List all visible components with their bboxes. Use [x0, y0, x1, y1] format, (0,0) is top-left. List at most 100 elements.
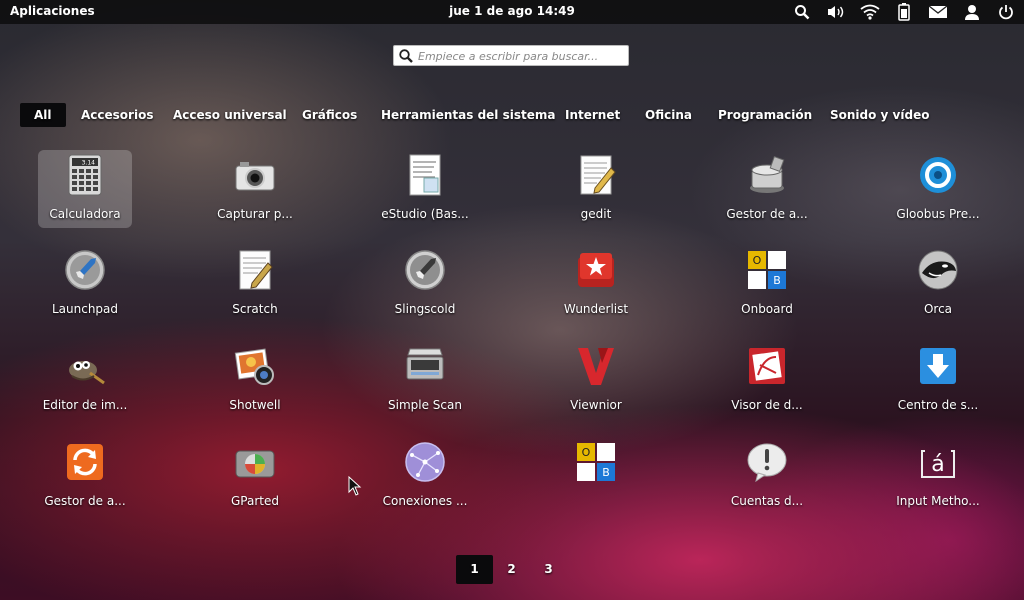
- app-estudio[interactable]: eStudio (Bas...: [378, 150, 472, 228]
- app-label: Onboard: [741, 302, 793, 316]
- gloobus-icon: [920, 157, 956, 193]
- svg-text:3.14: 3.14: [82, 160, 96, 167]
- software-center-icon: [920, 348, 956, 384]
- category-graficos[interactable]: Gráficos: [302, 103, 357, 127]
- app-label: Cuentas d...: [730, 494, 804, 508]
- app-label: Gestor de a...: [726, 207, 808, 221]
- scanner-icon: [406, 348, 444, 380]
- app-label: eStudio (Bas...: [381, 207, 469, 221]
- app-slingscold[interactable]: Slingscold: [378, 245, 472, 323]
- app-launchpad[interactable]: Launchpad: [38, 245, 132, 323]
- page-button-2[interactable]: 2: [493, 555, 530, 584]
- app-label: Conexiones ...: [382, 494, 468, 508]
- accounts-icon: [747, 443, 787, 483]
- category-bar: All Accesorios Acceso universal Gráficos…: [0, 103, 1024, 127]
- app-label: GParted: [231, 494, 279, 508]
- search-icon[interactable]: [792, 2, 812, 22]
- search-icon: [399, 49, 413, 63]
- app-conexiones-de-red[interactable]: Conexiones ...: [378, 437, 472, 515]
- top-panel: Aplicaciones jue 1 de ago 14:49: [0, 0, 1024, 24]
- app-input-method[interactable]: á Input Metho...: [891, 437, 985, 515]
- app-visor-de-documentos[interactable]: Visor de d...: [720, 341, 814, 419]
- orca-icon: [918, 250, 958, 290]
- app-simple-scan[interactable]: Simple Scan: [378, 341, 472, 419]
- onboard-keyboard-icon: O B: [577, 443, 615, 481]
- svg-text:á: á: [931, 452, 944, 477]
- category-sonido-y-video[interactable]: Sonido y vídeo: [830, 103, 929, 127]
- user-icon[interactable]: [962, 2, 982, 22]
- app-label: Wunderlist: [563, 302, 629, 316]
- app-capturar-pantalla[interactable]: Capturar p...: [208, 150, 302, 228]
- category-herramientas-del-sistema[interactable]: Herramientas del sistema: [381, 103, 555, 127]
- wifi-icon[interactable]: [860, 2, 880, 22]
- mail-icon[interactable]: [928, 2, 948, 22]
- camera-icon: [235, 162, 275, 191]
- app-viewnior[interactable]: Viewnior: [549, 341, 643, 419]
- update-manager-icon: [67, 444, 103, 480]
- page-button-1[interactable]: 1: [456, 555, 493, 584]
- gparted-icon: [235, 450, 275, 478]
- slingscold-rocket-icon: [405, 250, 445, 290]
- svg-text:B: B: [773, 274, 781, 287]
- app-onboard[interactable]: O B Onboard: [720, 245, 814, 323]
- app-gparted[interactable]: GParted: [208, 437, 302, 515]
- battery-icon[interactable]: [894, 2, 914, 22]
- input-method-icon: á: [921, 450, 955, 478]
- mouse-cursor-icon: [348, 476, 362, 496]
- category-accesorios[interactable]: Accesorios: [81, 103, 153, 127]
- wunderlist-icon: [578, 253, 614, 287]
- app-label: Orca: [923, 302, 953, 316]
- app-label: Slingscold: [394, 302, 456, 316]
- app-gestor-de-actualizaciones[interactable]: Gestor de a...: [38, 437, 132, 515]
- onboard-keyboard-icon: O B: [748, 251, 786, 289]
- category-acceso-universal[interactable]: Acceso universal: [173, 103, 287, 127]
- app-label: Viewnior: [570, 398, 622, 412]
- app-gestor-de-archivadores[interactable]: Gestor de a...: [720, 150, 814, 228]
- power-icon[interactable]: [996, 2, 1016, 22]
- app-onboard-settings[interactable]: O B: [549, 437, 643, 515]
- network-connections-icon: [405, 442, 445, 482]
- svg-text:O: O: [582, 446, 591, 459]
- app-label: Visor de d...: [731, 398, 803, 412]
- app-centro-de-software[interactable]: Centro de s...: [891, 341, 985, 419]
- search-box[interactable]: [393, 45, 629, 66]
- svg-text:B: B: [602, 466, 610, 479]
- shotwell-icon: [234, 348, 274, 385]
- category-internet[interactable]: Internet: [565, 103, 620, 127]
- applications-menu[interactable]: Aplicaciones: [10, 4, 95, 18]
- category-oficina[interactable]: Oficina: [645, 103, 692, 127]
- app-label: Calculadora: [49, 207, 121, 221]
- category-all[interactable]: All: [20, 103, 66, 127]
- svg-text:O: O: [753, 254, 762, 267]
- app-label: Simple Scan: [388, 398, 462, 412]
- app-orca[interactable]: Orca: [891, 245, 985, 323]
- app-label: gedit: [580, 207, 612, 221]
- app-label: Editor de im...: [42, 398, 128, 412]
- app-calculadora[interactable]: 3.14 Calculadora: [38, 150, 132, 228]
- search-input[interactable]: [416, 47, 626, 66]
- gimp-icon: [69, 361, 105, 385]
- scratch-editor-icon: [239, 250, 273, 290]
- app-label: Gestor de a...: [44, 494, 126, 508]
- app-scratch[interactable]: Scratch: [208, 245, 302, 323]
- page-indicator: 1 2 3: [456, 555, 567, 584]
- rocket-icon: [65, 250, 105, 290]
- clock[interactable]: jue 1 de ago 14:49: [449, 4, 575, 18]
- app-label: Scratch: [232, 302, 278, 316]
- app-label: Shotwell: [229, 398, 281, 412]
- app-gedit[interactable]: gedit: [549, 150, 643, 228]
- system-tray: [792, 2, 1016, 22]
- app-label: Input Metho...: [896, 494, 980, 508]
- app-wunderlist[interactable]: Wunderlist: [549, 245, 643, 323]
- app-editor-de-imagenes[interactable]: Editor de im...: [38, 341, 132, 419]
- app-gloobus-preview[interactable]: Gloobus Pre...: [891, 150, 985, 228]
- volume-icon[interactable]: [826, 2, 846, 22]
- app-label: Capturar p...: [217, 207, 293, 221]
- calculator-icon: 3.14: [68, 154, 102, 196]
- page-button-3[interactable]: 3: [530, 555, 567, 584]
- app-label: Launchpad: [51, 302, 119, 316]
- category-programacion[interactable]: Programación: [718, 103, 812, 127]
- archive-manager-icon: [750, 156, 785, 193]
- app-shotwell[interactable]: Shotwell: [208, 341, 302, 419]
- app-cuentas-de-usuario[interactable]: Cuentas d...: [720, 437, 814, 515]
